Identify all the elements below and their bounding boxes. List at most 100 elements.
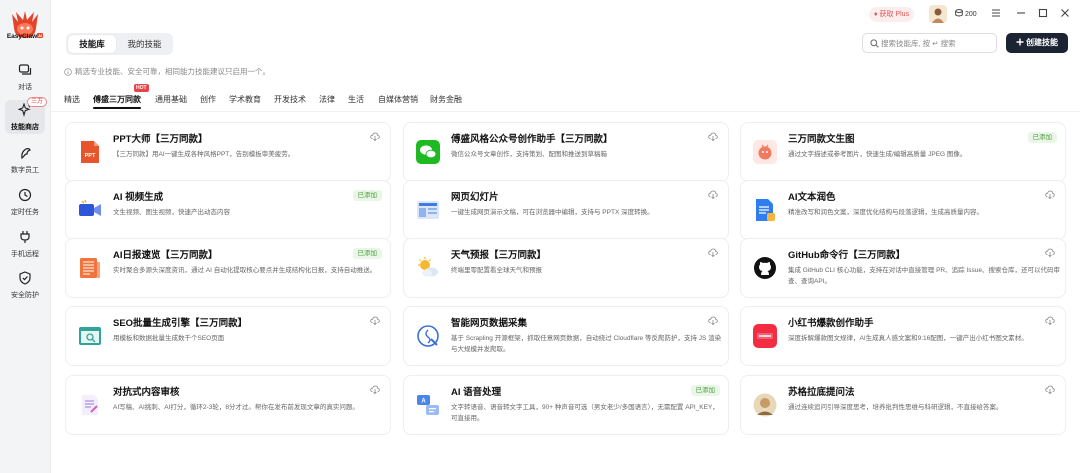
skill-title: AI文本润色 <box>788 192 836 203</box>
skill-card[interactable]: 三万同款文生图 通过文字描述或参考图片，快速生成/编辑高质量 JPEG 图像。 … <box>740 122 1066 182</box>
skill-card[interactable]: AI 视频生成 文生视频、图生视频，快速产出动态内容 已添加 <box>65 180 391 240</box>
review-icon <box>82 395 98 415</box>
wechat-icon <box>416 140 440 164</box>
sidebar-item-label: 定时任务 <box>11 209 39 216</box>
cloud-download-icon[interactable] <box>708 132 718 141</box>
get-plus-button[interactable]: ♦ 获取 Plus <box>869 7 915 22</box>
sidebar-item-phone-remote[interactable]: 手机远程 <box>5 227 45 261</box>
skill-desc: 终端里零配置看全球天气和预报 <box>451 267 542 274</box>
video-icon <box>79 199 101 216</box>
search-icon <box>870 39 879 48</box>
github-icon <box>754 257 776 279</box>
skill-card[interactable]: 傅盛风格公众号创作助手【三万同款】 微信公众号文章创作，支持策划、配图和推送到草… <box>403 122 729 182</box>
category-tab[interactable]: 生活 <box>348 94 364 105</box>
maximize-icon[interactable] <box>1036 6 1050 20</box>
library-tabs: 技能库 我的技能 <box>66 33 173 55</box>
skill-card[interactable]: GitHub命令行【三万同款】 集成 GitHub CLI 核心功能，支持在对话… <box>740 238 1066 298</box>
search-input[interactable] <box>881 37 991 50</box>
digital-employee-icon <box>21 148 31 160</box>
cloud-download-icon[interactable] <box>370 132 380 141</box>
skill-card[interactable]: 智能网页数据采集 基于 Scrapling 开源框架，抓取任意网页数据，自动绕过… <box>403 306 729 366</box>
app-name: EasyClawAI <box>6 33 44 40</box>
category-tab[interactable]: 法律 <box>319 94 335 105</box>
slides-icon <box>417 201 439 219</box>
shield-icon <box>19 271 31 285</box>
skill-desc: 基于 Scrapling 开源框架，抓取任意网页数据，自动绕过 Cloudfla… <box>451 335 722 353</box>
weather-icon <box>418 257 438 277</box>
added-badge: 已添加 <box>690 385 720 396</box>
image-gen-icon <box>753 140 777 164</box>
skill-card[interactable]: 网页幻灯片 一键生成网页演示文稿，可在浏览器中编辑，支持与 PPTX 深度转换。 <box>403 180 729 240</box>
create-skill-button[interactable]: 创建技能 <box>1006 33 1068 53</box>
skill-card[interactable]: AI日报速览【三万同款】 实时聚合多源头深度资讯，通过 AI 自动化提取核心要点… <box>65 238 391 298</box>
category-tab[interactable]: 创作 <box>200 94 216 105</box>
skill-title: GitHub命令行【三万同款】 <box>788 250 906 261</box>
menu-icon[interactable] <box>989 6 1003 20</box>
hot-badge: HOT <box>134 84 149 92</box>
svg-text:PPT: PPT <box>85 153 96 159</box>
close-icon[interactable] <box>1058 6 1072 20</box>
hint-text: 精选专业技能、安全可靠，相同能力技能建议只启用一个。 <box>64 66 270 77</box>
hint-label: 精选专业技能、安全可靠，相同能力技能建议只启用一个。 <box>75 67 270 76</box>
cloud-download-icon[interactable] <box>708 248 718 257</box>
sidebar-item-digital-employee[interactable]: 数字员工 <box>5 143 45 177</box>
scraper-icon <box>417 325 439 347</box>
sidebar: EasyClawAI 对话 三万 技能商店 数字员工 定时任务 手机远程 安全防… <box>0 0 50 473</box>
sidebar-item-label: 对话 <box>18 84 32 91</box>
chat-icon <box>18 64 32 75</box>
category-tab[interactable]: 财务金融 <box>430 94 462 105</box>
document-icon <box>756 199 775 221</box>
category-tab[interactable]: 学术教育 <box>229 94 261 105</box>
ppt-icon: PPT <box>81 141 99 163</box>
skill-card[interactable]: 对抗式内容审核 AI写稿、AI挑刺、AI打分，循环2-3轮，8分才过。帮你在发布… <box>65 375 391 435</box>
search-box <box>862 33 997 53</box>
svg-text:A: A <box>421 399 426 405</box>
coin-balance[interactable]: 200 <box>955 9 977 18</box>
skill-title: AI 语音处理 <box>451 387 502 398</box>
skill-card[interactable]: 小红书爆款创作助手 深度拆解爆款图文规律，AI生成真人感文案和9:16配图，一键… <box>740 306 1066 366</box>
minimize-icon[interactable] <box>1014 6 1028 20</box>
cloud-download-icon[interactable] <box>708 316 718 325</box>
skill-title: 苏格拉底提问法 <box>788 387 855 398</box>
skill-card[interactable]: A AI 语音处理 文字转语音、语音转文字工具，90+ 种声音可选（男女老少/多… <box>403 375 729 435</box>
sidebar-item-skill-store[interactable]: 三万 技能商店 <box>5 97 47 134</box>
skill-card[interactable]: PPT PPT大师【三万同款】 【三万同款】用AI一键生成各种风格PPT，告别模… <box>65 122 391 182</box>
cloud-download-icon[interactable] <box>370 385 380 394</box>
added-badge: 已添加 <box>352 248 382 259</box>
skill-card[interactable]: SEO批量生成引擎【三万同款】 用模板和数据批量生成数千个SEO页面 <box>65 306 391 366</box>
skill-desc: 通过文字描述或参考图片，快速生成/编辑高质量 JPEG 图像。 <box>788 151 967 158</box>
skill-card[interactable]: AI文本润色 精准改写和润色文案，深度优化结构与段落逻辑，生成高质量内容。 <box>740 180 1066 240</box>
sidebar-item-label: 安全防护 <box>11 292 39 299</box>
skill-desc: 文生视频、图生视频，快速产出动态内容 <box>113 209 230 216</box>
cloud-download-icon[interactable] <box>1045 316 1055 325</box>
app-logo <box>12 11 38 38</box>
category-tab[interactable]: 开发技术 <box>274 94 306 105</box>
category-tab[interactable]: 精选 <box>64 94 80 105</box>
sidebar-item-security[interactable]: 安全防护 <box>5 268 45 302</box>
skill-desc: 集成 GitHub CLI 核心功能，支持在对话中直接管理 PR、追踪 Issu… <box>788 267 1060 285</box>
coin-count: 200 <box>964 11 977 18</box>
cloud-download-icon[interactable] <box>708 190 718 199</box>
cloud-download-icon[interactable] <box>1045 385 1055 394</box>
skill-title: 对抗式内容审核 <box>113 387 180 398</box>
category-tab[interactable]: 通用基础 <box>155 94 187 105</box>
skill-card[interactable]: 苏格拉底提问法 通过连续追问引导深度思考，培养批判性思维与科研逻辑，不直接给答案… <box>740 375 1066 435</box>
socrates-icon <box>753 393 777 417</box>
cloud-download-icon[interactable] <box>1045 248 1055 257</box>
cloud-download-icon[interactable] <box>370 316 380 325</box>
skill-desc: 一键生成网页演示文稿，可在浏览器中编辑，支持与 PPTX 深度转换。 <box>451 209 654 216</box>
skill-desc: AI写稿、AI挑刺、AI打分，循环2-3轮，8分才过。帮你在发布前发现文章的真实… <box>113 404 359 411</box>
avatar[interactable] <box>929 5 947 23</box>
sidebar-item-label: 数字员工 <box>11 167 39 174</box>
category-tab[interactable]: 自媒体营销 <box>378 94 418 105</box>
tab-skill-library[interactable]: 技能库 <box>68 35 116 53</box>
skill-title: PPT大师【三万同款】 <box>113 134 208 145</box>
skill-card[interactable]: 天气预报【三万同款】 终端里零配置看全球天气和预报 <box>403 238 729 298</box>
main-panel: ♦ 获取 Plus 200 技能库 我的技能 创建技能 精选专业技能、安全可靠，… <box>50 0 1080 473</box>
cloud-download-icon[interactable] <box>1045 190 1055 199</box>
tab-my-skills[interactable]: 我的技能 <box>118 35 171 53</box>
sidebar-item-chat[interactable]: 对话 <box>5 60 45 94</box>
category-tab-active[interactable]: 傅盛三万同款 <box>93 94 141 109</box>
sidebar-item-scheduled-tasks[interactable]: 定时任务 <box>5 185 45 219</box>
coin-stack-icon <box>955 9 963 17</box>
